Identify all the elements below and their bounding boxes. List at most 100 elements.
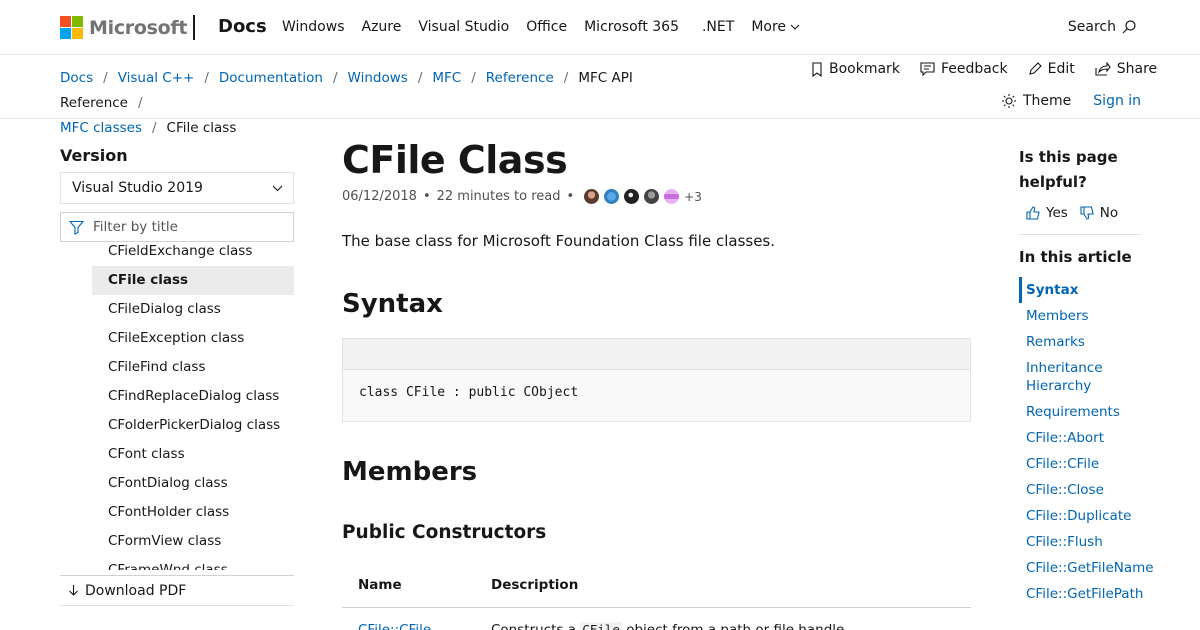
- toc-item[interactable]: CFolderPickerDialog class: [92, 411, 294, 440]
- version-label: Version: [60, 146, 128, 165]
- share-icon: [1095, 62, 1111, 76]
- toc-item[interactable]: CFormView class: [92, 527, 294, 556]
- search-label: Search: [1067, 19, 1116, 35]
- toc-item[interactable]: CFileException class: [92, 324, 294, 353]
- members-heading: Members: [342, 457, 478, 487]
- outline-item[interactable]: Remarks: [1019, 329, 1144, 355]
- toc-filter: [60, 212, 294, 242]
- microsoft-logo[interactable]: Microsoft: [60, 16, 187, 39]
- members-table-header: Name Description: [342, 569, 971, 608]
- outline-item[interactable]: CFile::GetFilePath: [1019, 581, 1144, 607]
- breadcrumb-docs[interactable]: Docs: [60, 70, 93, 86]
- article-lead: The base class for Microsoft Foundation …: [342, 232, 776, 250]
- toc-filter-input[interactable]: [93, 219, 283, 235]
- avatar: [644, 189, 660, 204]
- theme-signin-row: Theme Sign in: [1002, 93, 1141, 109]
- bookmark-label: Bookmark: [829, 61, 900, 77]
- breadcrumb-mfc[interactable]: MFC: [432, 70, 461, 86]
- toc-item[interactable]: CFrameWnd class: [92, 556, 294, 570]
- top-nav: Windows Azure Visual Studio Office Micro…: [282, 19, 817, 35]
- breadcrumb-documentation[interactable]: Documentation: [219, 70, 323, 86]
- thumbs-up-icon: [1026, 206, 1040, 220]
- helpful-buttons: Yes No: [1026, 205, 1130, 221]
- filter-icon: [69, 220, 84, 235]
- feedback-button[interactable]: Feedback: [920, 61, 1008, 77]
- chevron-down-icon: [790, 24, 800, 30]
- search-button[interactable]: Search: [1068, 19, 1136, 35]
- toc-item[interactable]: CFont class: [92, 440, 294, 469]
- code-block-header: [343, 339, 970, 370]
- nav-azure[interactable]: Azure: [362, 19, 402, 35]
- toc-item[interactable]: CFileDialog class: [92, 295, 294, 324]
- download-pdf-button[interactable]: Download PDF: [60, 575, 294, 606]
- nav-dotnet[interactable]: .NET: [702, 19, 734, 35]
- rail-divider: [1019, 234, 1141, 235]
- outline-item[interactable]: CFile::Close: [1019, 477, 1144, 503]
- code-content: class CFile : public CObject: [359, 385, 579, 400]
- outline-item-current[interactable]: Syntax: [1019, 277, 1144, 303]
- nav-visual-studio[interactable]: Visual Studio: [418, 19, 509, 35]
- nav-office[interactable]: Office: [526, 19, 567, 35]
- outline-item[interactable]: CFile::CFile: [1019, 451, 1144, 477]
- member-description: Constructs a CFile object from a path or…: [491, 622, 849, 630]
- outline-item[interactable]: CFile::GetFileName: [1019, 555, 1154, 581]
- toc-item[interactable]: CFontHolder class: [92, 498, 294, 527]
- toc-item-current[interactable]: CFile class: [92, 266, 294, 295]
- column-header-name: Name: [358, 577, 402, 593]
- article-date: 06/12/2018: [342, 189, 417, 204]
- avatar: [624, 189, 640, 204]
- breadcrumb-mfc-classes[interactable]: MFC classes: [60, 120, 142, 136]
- page-actions: Bookmark Feedback Edit Share: [811, 61, 1177, 77]
- breadcrumb-reference[interactable]: Reference: [486, 70, 554, 86]
- no-label: No: [1099, 205, 1119, 221]
- breadcrumb-windows[interactable]: Windows: [348, 70, 408, 86]
- outline-item[interactable]: Inheritance Hierarchy: [1019, 355, 1144, 399]
- outline-item[interactable]: CFile::Duplicate: [1019, 503, 1144, 529]
- avatar: [664, 189, 680, 204]
- edit-button[interactable]: Edit: [1028, 61, 1075, 77]
- theme-label: Theme: [1023, 93, 1072, 109]
- article-outline: Syntax Members Remarks Inheritance Hiera…: [1019, 277, 1154, 607]
- docs-home-link[interactable]: Docs: [218, 16, 267, 37]
- column-header-description: Description: [491, 577, 579, 593]
- outline-item[interactable]: Requirements: [1019, 399, 1144, 425]
- nav-windows[interactable]: Windows: [282, 19, 345, 35]
- in-this-article-heading: In this article: [1019, 248, 1132, 266]
- toc-item[interactable]: CFindReplaceDialog class: [92, 382, 294, 411]
- arrow-down-icon: [69, 585, 78, 596]
- sign-in-link[interactable]: Sign in: [1093, 93, 1141, 109]
- more-contributors: +3: [684, 189, 702, 204]
- toc-item[interactable]: CFieldExchange class: [92, 242, 294, 266]
- toc-item[interactable]: CFontDialog class: [92, 469, 294, 498]
- article-metadata: 06/12/2018 • 22 minutes to read • +3: [342, 189, 702, 204]
- toc-item[interactable]: CFileFind class: [92, 353, 294, 382]
- bookmark-button[interactable]: Bookmark: [811, 61, 900, 77]
- breadcrumb-bar: Docs / Visual C++ / Documentation / Windows / MF…: [0, 55, 1200, 136]
- read-time: 22 minutes to read: [436, 189, 561, 204]
- no-button[interactable]: No: [1080, 205, 1118, 221]
- nav-microsoft-365[interactable]: Microsoft 365: [584, 19, 679, 35]
- member-link[interactable]: CFile::CFile: [358, 622, 491, 630]
- nav-more-menu[interactable]: More: [751, 19, 800, 35]
- share-label: Share: [1116, 61, 1158, 77]
- outline-item[interactable]: CFile::Flush: [1019, 529, 1144, 555]
- bookmark-icon: [812, 61, 822, 77]
- avatar: [604, 189, 620, 204]
- feedback-label: Feedback: [940, 61, 1008, 77]
- table-row: CFile::CFile Constructs a CFile object f…: [358, 622, 849, 630]
- breadcrumb-visual-cpp[interactable]: Visual C++: [118, 70, 195, 86]
- contributors[interactable]: +3: [584, 189, 702, 204]
- edit-label: Edit: [1047, 61, 1075, 77]
- share-button[interactable]: Share: [1095, 61, 1157, 77]
- theme-button[interactable]: Theme: [1002, 93, 1071, 109]
- version-select[interactable]: Visual Studio 2019: [60, 172, 294, 204]
- nav-more-label: More: [751, 19, 787, 35]
- thumbs-down-icon: [1080, 206, 1094, 220]
- site-header: Microsoft Docs Windows Azure Visual Stud…: [0, 0, 1200, 55]
- sun-icon: [1002, 94, 1016, 108]
- table-of-contents: CFieldExchange class CFile class CFileDi…: [92, 242, 294, 570]
- code-block: class CFile : public CObject: [342, 338, 971, 422]
- outline-item[interactable]: Members: [1019, 303, 1144, 329]
- outline-item[interactable]: CFile::Abort: [1019, 425, 1144, 451]
- yes-button[interactable]: Yes: [1026, 205, 1068, 221]
